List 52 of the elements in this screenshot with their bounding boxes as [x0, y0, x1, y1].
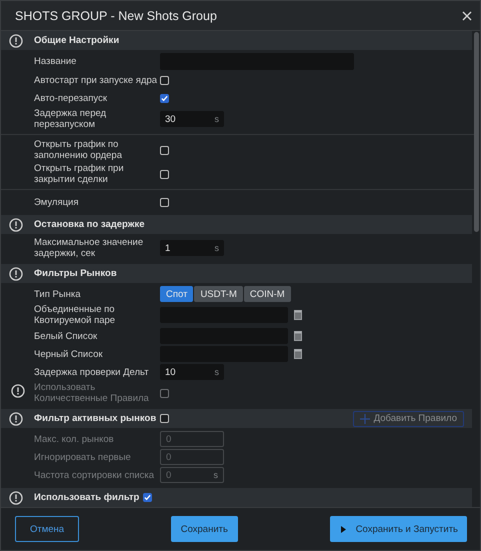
checkbox[interactable] [160, 170, 169, 178]
segment-button[interactable]: COIN-M [244, 286, 291, 302]
field-label: Открыть график при закрытии сделки [34, 163, 125, 185]
field-label: Игнорировать первые [34, 452, 132, 462]
window-title: SHOTS GROUP - New Shots Group [15, 8, 217, 22]
checkbox[interactable] [160, 146, 169, 154]
checkbox[interactable] [160, 414, 170, 423]
field-label: Название [34, 56, 78, 67]
info-icon [9, 266, 23, 280]
section-title: Остановка по задержке [34, 219, 144, 230]
plus-icon [360, 414, 370, 424]
field-label: Эмуляция [34, 196, 80, 208]
field-label: Макс. кол. рынков [34, 434, 115, 444]
section-title: Фильтры Рынков [34, 268, 117, 279]
number-field[interactable]: 1 s [160, 240, 224, 256]
checkbox[interactable] [160, 94, 169, 102]
field-label: Использовать Количественные Правила [34, 382, 150, 404]
checkbox[interactable] [160, 76, 169, 84]
segment-button[interactable]: USDT-M [194, 286, 243, 302]
add-rule-button[interactable]: Добавить Правило [352, 410, 464, 426]
close-icon[interactable] [462, 10, 472, 20]
field-label: Задержка проверки Дельт [34, 366, 150, 378]
field-label: Частота сортировки списка [34, 470, 156, 480]
field-label: Открыть график по заполнению ордера [34, 139, 123, 161]
field-label: Черный Список [34, 348, 104, 360]
trash-icon[interactable] [294, 310, 302, 320]
info-icon [10, 384, 24, 398]
section-title: Фильтр активных рынков [34, 413, 156, 424]
field-label: Авто-перезапуск [34, 92, 108, 104]
field-label: Тип Рынка [34, 288, 82, 300]
cancel-button[interactable]: Отмена [15, 516, 79, 542]
info-icon [9, 34, 23, 48]
trash-icon[interactable] [294, 349, 302, 359]
segment-button[interactable]: Спот [160, 286, 194, 302]
checkbox[interactable] [143, 493, 152, 502]
section-title: Использовать фильтр [34, 492, 140, 503]
info-icon [9, 218, 23, 232]
save-button[interactable]: Сохранить [170, 516, 238, 542]
field-label: Задержка перед перезапуском [34, 108, 108, 130]
number-field[interactable]: 10 s [160, 364, 224, 380]
play-icon [340, 526, 346, 532]
trash-icon[interactable] [294, 331, 302, 341]
section-title: Общие Настройки [34, 35, 120, 46]
field-label: Объединенные по Квотируемой паре [34, 304, 116, 326]
checkbox[interactable] [160, 198, 169, 206]
number-field[interactable]: 30 s [160, 111, 224, 127]
field-label: Белый Список [34, 330, 98, 342]
field-label: Максимальное значение задержки, сек [34, 237, 144, 259]
field-label: Автостарт при запуске ядра [34, 74, 158, 86]
info-icon [9, 412, 23, 426]
save-and-run-button[interactable]: Сохранить и Запустить [330, 516, 467, 542]
info-icon [9, 490, 23, 504]
